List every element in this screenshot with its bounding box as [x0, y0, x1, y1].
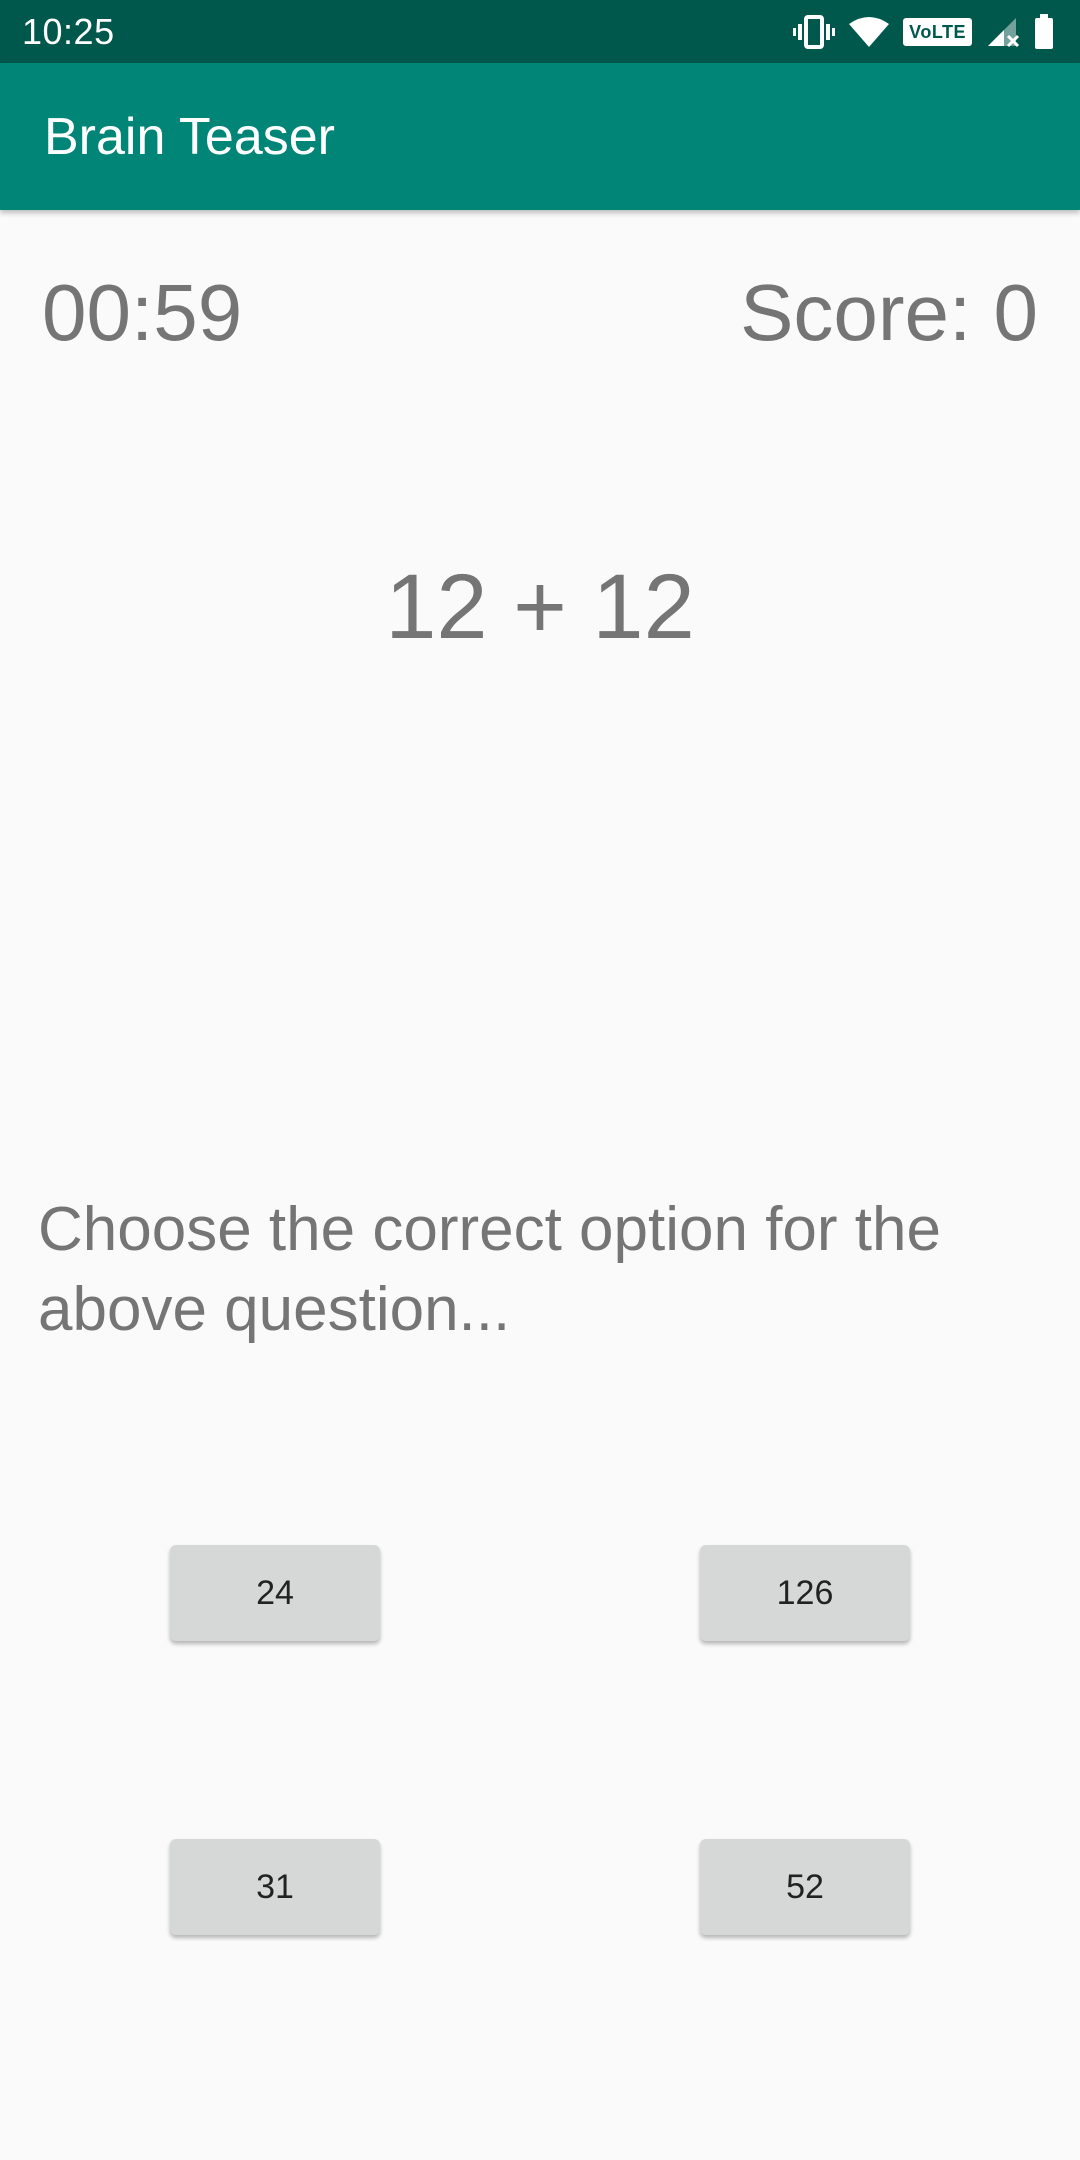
battery-icon [1034, 14, 1054, 50]
status-bar: 10:25 VoLTE [0, 0, 1080, 63]
question-text: 12 + 12 [385, 556, 695, 658]
option-button-2[interactable]: 126 [700, 1545, 910, 1641]
signal-icon [986, 16, 1020, 48]
status-time: 10:25 [22, 11, 115, 52]
timer-display: 00:59 [42, 268, 243, 357]
instruction-text: Choose the correct option for the above … [38, 1195, 941, 1344]
app-bar: Brain Teaser [0, 63, 1080, 210]
app-title: Brain Teaser [44, 108, 335, 166]
score-display: Score: 0 [740, 268, 1038, 357]
option-button-4[interactable]: 52 [700, 1839, 910, 1935]
volte-icon: VoLTE [903, 18, 972, 46]
vibrate-icon [793, 15, 836, 49]
option-button-1[interactable]: 24 [170, 1545, 380, 1641]
option-button-3[interactable]: 31 [170, 1839, 380, 1935]
status-icons: VoLTE [793, 12, 1054, 52]
wifi-icon [849, 16, 890, 48]
